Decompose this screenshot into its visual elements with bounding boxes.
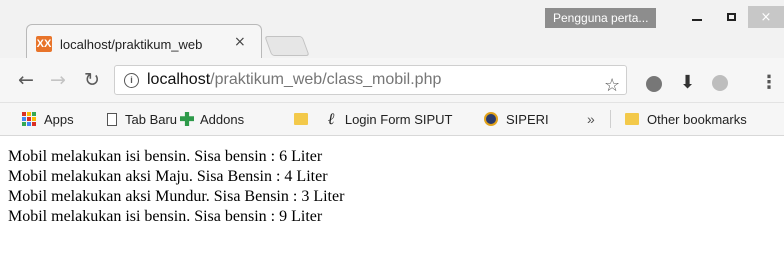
output-line: Mobil melakukan isi bensin. Sisa bensin …	[8, 148, 323, 165]
browser-window: Pengguna perta... × XX localhost/praktik…	[0, 0, 784, 275]
output-line: Mobil melakukan isi bensin. Sisa bensin …	[8, 208, 323, 225]
bookmark-label: Apps	[44, 111, 74, 127]
new-tab-button[interactable]	[264, 36, 310, 56]
bookmark-folder[interactable]	[294, 103, 316, 135]
folder-icon	[625, 113, 639, 125]
bookmark-siperi[interactable]: SIPERI	[484, 103, 549, 135]
favicon-letter: XX	[36, 38, 52, 50]
l-logo-icon: ℓ	[328, 109, 335, 128]
reload-button[interactable]: ↻	[80, 68, 104, 92]
arrow-right-icon: →	[50, 69, 66, 91]
arrow-left-icon: ←	[18, 69, 34, 91]
bookmark-tab-baru[interactable]: Tab Baru	[107, 103, 177, 135]
owl-icon	[484, 112, 498, 126]
bookmark-addons[interactable]: Addons	[180, 103, 244, 135]
maximize-button[interactable]	[714, 6, 748, 28]
address-bar[interactable]: i localhost/praktikum_web/class_mobil.ph…	[114, 65, 627, 95]
toolbar: ← → ↻ i localhost/praktikum_web/class_mo…	[0, 58, 784, 103]
bookmarks-separator	[610, 103, 611, 135]
back-button[interactable]: ←	[14, 68, 38, 92]
bookmark-label: Addons	[200, 111, 245, 127]
favicon-icon: XX	[36, 36, 52, 52]
url-host: localhost	[147, 71, 211, 88]
reload-icon: ↻	[84, 69, 100, 91]
maximize-icon	[726, 13, 736, 21]
download-icon[interactable]: ⬇	[680, 72, 695, 93]
page-icon	[107, 112, 117, 126]
separator	[610, 110, 611, 128]
page-content: Mobil melakukan isi bensin. Sisa bensin …	[0, 136, 784, 275]
bookmarks-bar: Apps Tab Baru Addons ℓ Login Form SIPUT …	[0, 103, 784, 136]
close-window-button[interactable]: ×	[748, 6, 784, 28]
close-icon: ×	[760, 9, 772, 25]
minimize-button[interactable]	[680, 6, 714, 28]
folder-icon	[294, 113, 308, 125]
info-icon[interactable]: i	[124, 73, 139, 88]
bookmark-login-form-siput[interactable]: ℓ Login Form SIPUT	[328, 103, 453, 135]
bookmarks-overflow-button[interactable]: »	[587, 103, 595, 135]
other-bookmarks-button[interactable]: Other bookmarks	[625, 103, 747, 135]
tab-close-icon[interactable]: ×	[234, 34, 246, 50]
tab-title: localhost/praktikum_web	[60, 36, 203, 52]
minimize-icon	[692, 19, 702, 21]
bookmark-label: Tab Baru	[125, 111, 178, 127]
puzzle-icon	[180, 112, 194, 126]
url-path: /praktikum_web/class_mobil.php	[210, 71, 442, 88]
vertical-dots-icon[interactable]: ⋮	[760, 72, 778, 93]
tab-content: XX localhost/praktikum_web	[36, 33, 228, 55]
star-icon[interactable]: ☆	[604, 75, 620, 96]
forward-button[interactable]: →	[46, 68, 70, 92]
extension-icon[interactable]	[646, 76, 662, 92]
bookmark-label: Login Form SIPUT	[344, 111, 453, 127]
bookmark-apps[interactable]: Apps	[22, 103, 74, 135]
url-text[interactable]: localhost/praktikum_web/class_mobil.php	[147, 71, 441, 89]
globe-extension-icon[interactable]	[712, 75, 728, 91]
chevron-double-right-icon: »	[587, 111, 595, 127]
output-line: Mobil melakukan aksi Maju. Sisa Bensin :…	[8, 168, 328, 185]
profile-button[interactable]: Pengguna perta...	[545, 8, 657, 28]
output-line: Mobil melakukan aksi Mundur. Sisa Bensin…	[8, 188, 345, 205]
apps-grid-icon	[22, 112, 36, 126]
bookmark-label: SIPERI	[506, 111, 549, 127]
other-bookmarks-label: Other bookmarks	[647, 111, 747, 127]
